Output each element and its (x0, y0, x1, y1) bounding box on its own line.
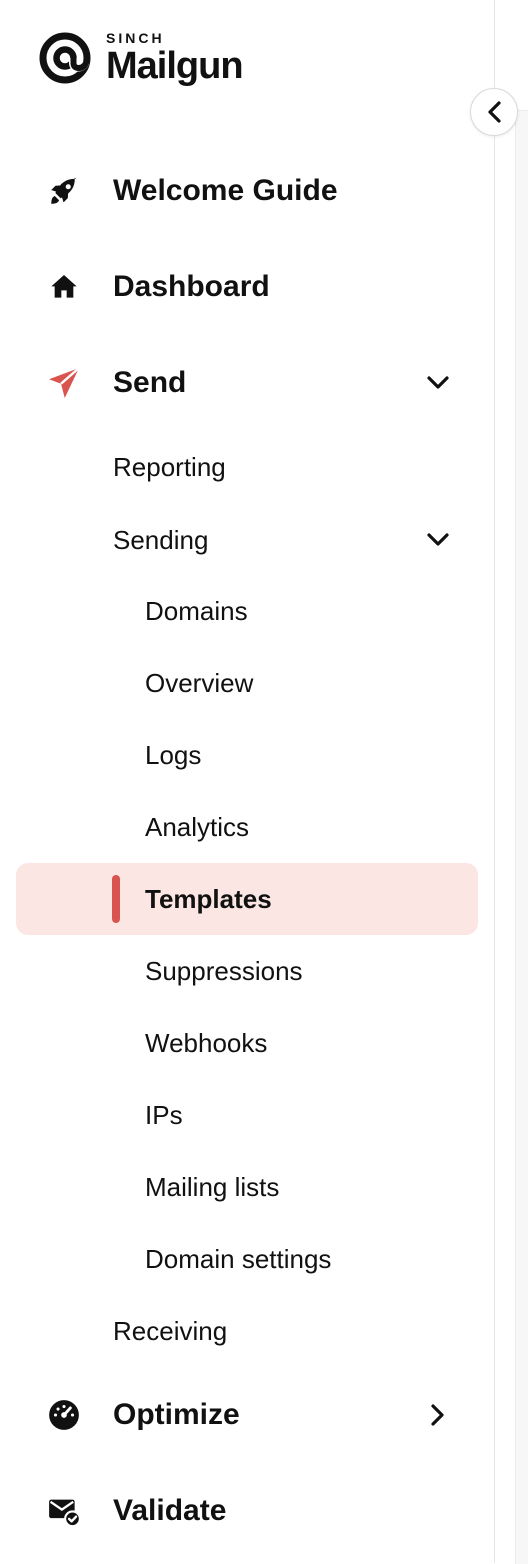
nav-receiving[interactable]: Receiving (0, 1307, 494, 1355)
nav-webhooks[interactable]: Webhooks (0, 1019, 494, 1067)
nav-sending[interactable]: Sending (0, 516, 494, 564)
nav-overview-label: Overview (145, 667, 254, 698)
nav-validate[interactable]: Validate (0, 1483, 494, 1539)
nav-send-label: Send (113, 366, 187, 399)
nav-welcome-guide-label: Welcome Guide (113, 174, 338, 207)
chevron-right-icon[interactable] (424, 1401, 452, 1429)
nav-domain-settings-label: Domain settings (145, 1243, 332, 1274)
nav-logs-label: Logs (145, 739, 202, 770)
nav-reporting-label: Reporting (113, 451, 226, 482)
nav-analytics-label: Analytics (145, 811, 250, 842)
nav-optimize[interactable]: Optimize (0, 1387, 494, 1443)
mailgun-logo[interactable]: SINCH Mailgun (38, 30, 244, 87)
nav-ips[interactable]: IPs (0, 1091, 494, 1139)
nav-suppressions[interactable]: Suppressions (0, 947, 494, 995)
nav-validate-label: Validate (113, 1494, 227, 1527)
at-sign-logo-icon (39, 32, 91, 84)
nav-suppressions-label: Suppressions (145, 955, 303, 986)
nav-reporting[interactable]: Reporting (0, 443, 494, 491)
nav-welcome-guide[interactable]: Welcome Guide (0, 163, 494, 219)
main-content-edge (495, 0, 528, 1564)
chevron-down-icon[interactable] (424, 526, 452, 554)
nav-webhooks-label: Webhooks (145, 1027, 268, 1058)
nav-send[interactable]: Send (0, 355, 494, 411)
logo-mailgun-text: Mailgun (106, 45, 244, 87)
nav-mailing-lists[interactable]: Mailing lists (0, 1163, 494, 1211)
mail-check-icon (46, 1493, 82, 1529)
nav-templates[interactable]: Templates (0, 875, 494, 923)
paper-plane-icon (46, 365, 82, 401)
nav-domains-label: Domains (145, 595, 248, 626)
chevron-left-icon (488, 101, 501, 123)
nav-overview[interactable]: Overview (0, 659, 494, 707)
nav-dashboard-label: Dashboard (113, 270, 270, 303)
nav-sending-label: Sending (113, 524, 209, 555)
home-icon (46, 269, 82, 305)
nav-optimize-label: Optimize (113, 1398, 240, 1431)
nav-receiving-label: Receiving (113, 1315, 228, 1346)
nav-templates-label: Templates (145, 883, 272, 914)
nav-domain-settings[interactable]: Domain settings (0, 1235, 494, 1283)
nav-logs[interactable]: Logs (0, 731, 494, 779)
sidebar: SINCH Mailgun Welcome Guide Dashboard Se… (0, 0, 495, 1563)
nav-domains[interactable]: Domains (0, 587, 494, 635)
nav-analytics[interactable]: Analytics (0, 803, 494, 851)
nav-ips-label: IPs (145, 1099, 183, 1130)
chevron-down-icon[interactable] (424, 369, 452, 397)
nav-dashboard[interactable]: Dashboard (0, 259, 494, 315)
nav-mailing-lists-label: Mailing lists (145, 1171, 280, 1202)
main-content-background (515, 110, 528, 1564)
collapse-sidebar-button[interactable] (470, 88, 518, 136)
rocket-icon (46, 173, 82, 209)
logo-sinch-text: SINCH (106, 30, 165, 46)
gauge-icon (46, 1397, 82, 1433)
